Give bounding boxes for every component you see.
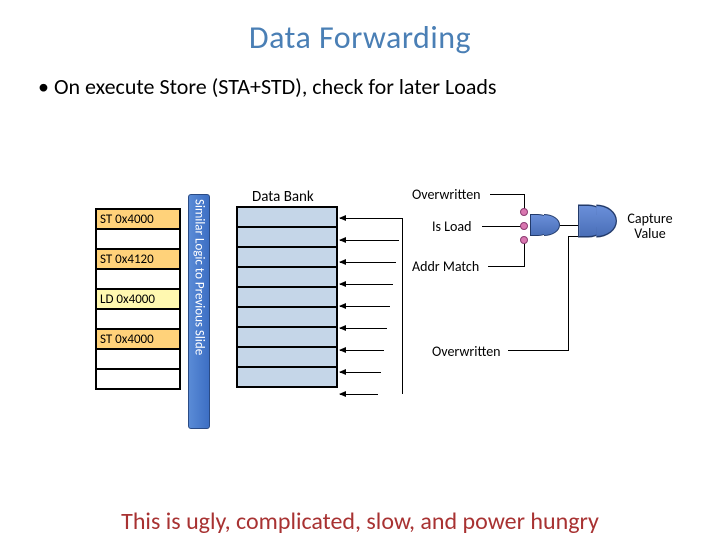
wire	[488, 266, 524, 267]
data-bank-table	[236, 206, 338, 388]
label-addr-match: Addr Match	[412, 258, 479, 275]
arrow-icon	[340, 218, 402, 219]
queue-cell	[96, 369, 180, 389]
wire	[568, 236, 569, 351]
databank-cell	[237, 247, 337, 267]
inverter-dot-icon	[520, 236, 528, 244]
queue-cell	[96, 349, 180, 369]
inverter-dot-icon	[520, 222, 528, 230]
databank-cell	[237, 347, 337, 367]
databank-cell	[237, 287, 337, 307]
inverter-dot-icon	[520, 208, 528, 216]
arrow-icon	[340, 394, 378, 395]
queue-cell	[96, 269, 180, 289]
slide-title: Data Forwarding	[0, 18, 720, 57]
bullet-text: On execute Store (STA+STD), check for la…	[0, 73, 720, 100]
instruction-queue: ST 0x4000 ST 0x4120 LD 0x4000 ST 0x4000	[95, 208, 181, 390]
arrow-icon	[340, 328, 387, 329]
label-overwritten-top: Overwritten	[412, 186, 481, 203]
label-capture-value: Capture Value	[620, 211, 680, 242]
databank-cell	[237, 367, 337, 387]
label-is-load: Is Load	[432, 218, 472, 235]
databank-label: Data Bank	[252, 188, 314, 206]
wire	[402, 218, 403, 394]
arrow-icon	[340, 262, 396, 263]
queue-cell: ST 0x4000	[96, 329, 180, 349]
arrow-icon	[340, 240, 399, 241]
databank-cell	[237, 207, 337, 227]
arrow-icon	[340, 284, 393, 285]
label-overwritten-bottom: Overwritten	[432, 343, 501, 360]
similar-logic-label: Similar Logic to Previous Slide	[192, 199, 207, 355]
databank-cell	[237, 307, 337, 327]
queue-cell: ST 0x4000	[96, 209, 180, 229]
arrow-icon	[340, 372, 381, 373]
and-gate-large-icon	[578, 205, 622, 238]
wire	[524, 240, 525, 267]
arrow-icon	[340, 350, 384, 351]
diagram-area: ST 0x4000 ST 0x4120 LD 0x4000 ST 0x4000 Sim…	[0, 178, 720, 478]
capture-line1: Capture Value	[627, 210, 672, 242]
queue-cell: ST 0x4120	[96, 249, 180, 269]
queue-cell	[96, 229, 180, 249]
wire	[508, 350, 568, 351]
wire	[560, 225, 578, 226]
similar-logic-bar: Similar Logic to Previous Slide	[188, 194, 210, 429]
arrow-icon	[340, 306, 390, 307]
wire	[490, 194, 524, 195]
wire	[482, 226, 524, 227]
and-gate-icon	[530, 214, 564, 236]
queue-cell	[96, 309, 180, 329]
databank-cell	[237, 267, 337, 287]
databank-cell	[237, 327, 337, 347]
wire	[568, 236, 578, 237]
bottom-summary: This is ugly, complicated, slow, and pow…	[0, 507, 720, 536]
databank-cell	[237, 227, 337, 247]
queue-cell: LD 0x4000	[96, 289, 180, 309]
